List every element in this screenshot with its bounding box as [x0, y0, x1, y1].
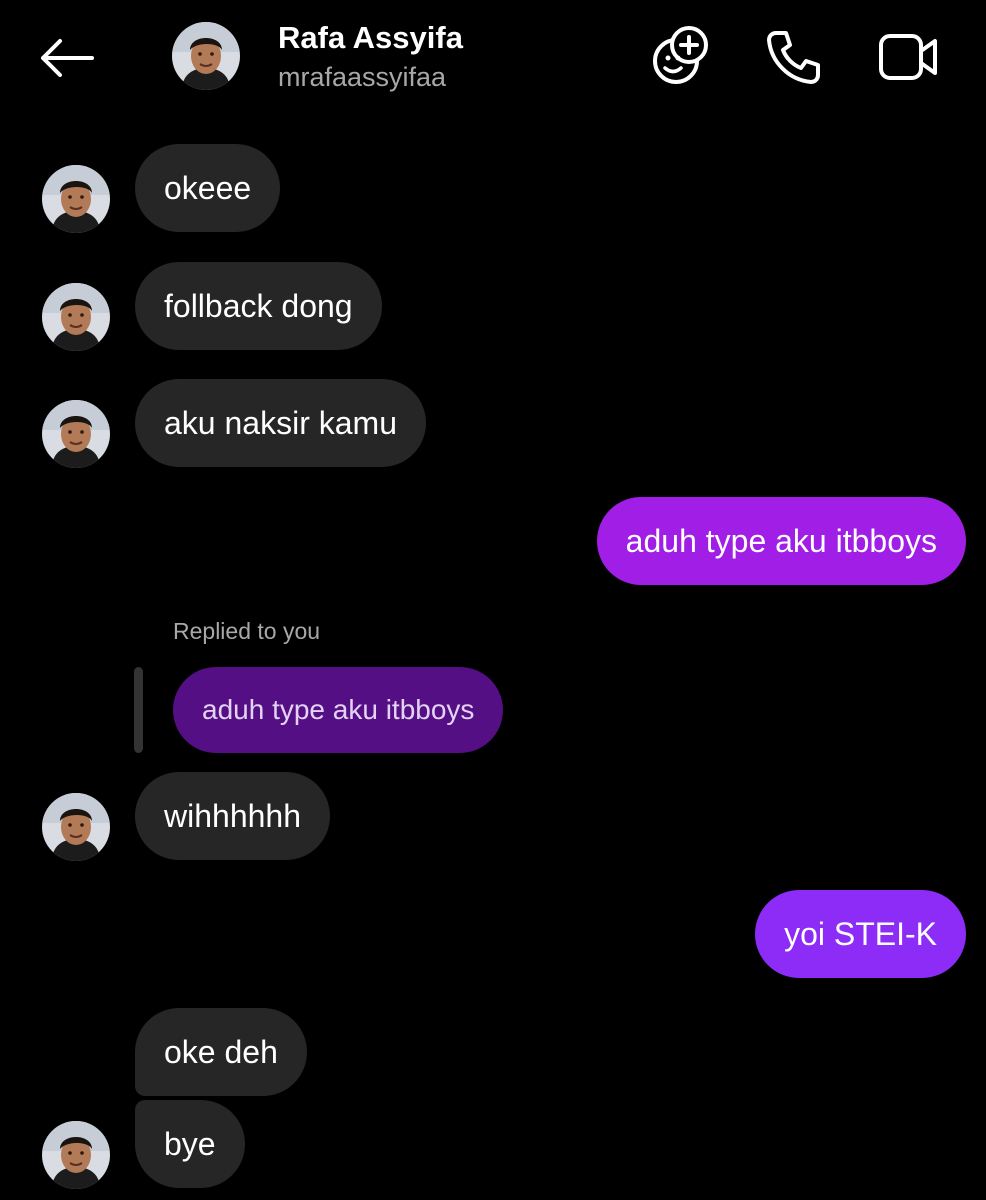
- avatar[interactable]: [42, 283, 110, 351]
- contact-name[interactable]: Rafa Assyifa: [278, 20, 463, 56]
- message-bubble-incoming[interactable]: wihhhhhh: [135, 772, 330, 860]
- call-button[interactable]: [762, 25, 826, 89]
- video-camera-icon: [879, 34, 937, 80]
- arrow-left-icon: [41, 39, 94, 77]
- avatar[interactable]: [172, 22, 240, 90]
- effects-button[interactable]: [648, 24, 712, 88]
- profile-avatar-icon: [42, 165, 110, 233]
- message-bubble-incoming[interactable]: aku naksir kamu: [135, 379, 426, 467]
- message-bubble-incoming[interactable]: bye: [135, 1100, 245, 1188]
- reply-bar: [134, 667, 143, 753]
- message-bubble-incoming[interactable]: follback dong: [135, 262, 382, 350]
- reply-quote-bubble[interactable]: aduh type aku itbboys: [173, 667, 504, 753]
- avatar[interactable]: [42, 1121, 110, 1189]
- message-bubble-outgoing[interactable]: aduh type aku itbboys: [596, 497, 966, 585]
- avatar[interactable]: [42, 793, 110, 861]
- message-bubble-outgoing[interactable]: yoi STEI-K: [755, 890, 966, 978]
- avatar[interactable]: [42, 165, 110, 233]
- face-add-icon: [653, 26, 708, 84]
- contact-username[interactable]: mrafaassyifaa: [278, 62, 446, 93]
- profile-avatar-icon: [42, 283, 110, 351]
- avatar[interactable]: [42, 400, 110, 468]
- profile-avatar-icon: [42, 1121, 110, 1189]
- message-bubble-incoming[interactable]: okeee: [135, 144, 281, 232]
- profile-avatar-icon: [42, 400, 110, 468]
- phone-icon: [767, 31, 820, 84]
- profile-avatar-icon: [42, 793, 110, 861]
- profile-avatar-icon: [172, 22, 240, 90]
- reply-label: Replied to you: [173, 618, 321, 644]
- message-bubble-incoming[interactable]: oke deh: [135, 1008, 307, 1096]
- chat-header: Rafa Assyifa mrafaassyifaa: [0, 0, 986, 120]
- back-button[interactable]: [34, 30, 98, 86]
- video-call-button[interactable]: [877, 25, 941, 89]
